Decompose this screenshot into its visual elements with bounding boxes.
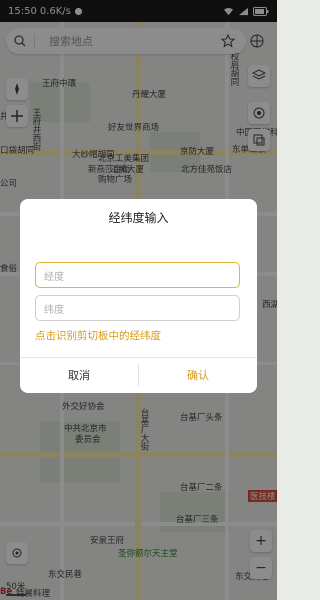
clipboard-recognize-link[interactable]: 点击识别剪切板中的经纬度 <box>35 328 161 343</box>
longitude-input[interactable]: 经度 <box>35 262 240 288</box>
coordinate-input-dialog: 经纬度输入 经度 纬度 点击识别剪切板中的经纬度 取消 确认 <box>20 199 257 393</box>
cancel-button[interactable]: 取消 <box>20 357 138 393</box>
dialog-title: 经纬度输入 <box>108 211 169 225</box>
confirm-button[interactable]: 确认 <box>139 357 257 393</box>
latitude-input[interactable]: 纬度 <box>35 295 240 321</box>
latitude-placeholder: 纬度 <box>44 304 64 316</box>
longitude-placeholder: 经度 <box>44 271 64 283</box>
